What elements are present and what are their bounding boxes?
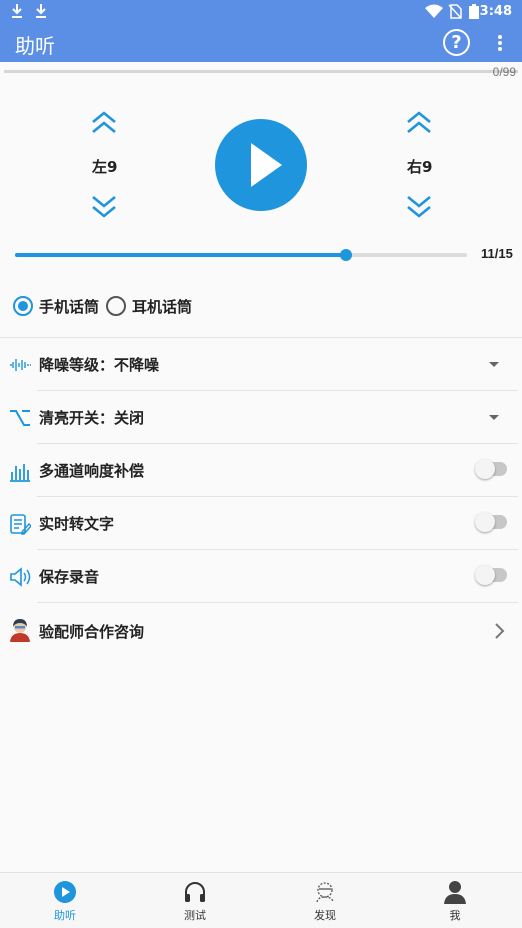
- transcription-toggle[interactable]: [475, 512, 507, 532]
- waveform-icon: [10, 359, 31, 371]
- dropdown-caret-icon: [489, 415, 499, 420]
- app-bar: 助听 ?: [0, 24, 522, 62]
- chevron-right-icon: [495, 623, 505, 639]
- headphones-icon: [185, 882, 205, 902]
- radio-circle: [106, 296, 126, 316]
- play-icon: [251, 143, 282, 187]
- toggle-knob: [475, 459, 495, 479]
- setting-multichannel-compensation: 多通道响度补偿: [0, 444, 522, 496]
- gain-slider-value: 11/15: [481, 246, 513, 261]
- person-icon: [444, 881, 466, 904]
- battery-icon: [469, 4, 479, 19]
- play-button[interactable]: [215, 119, 307, 211]
- setting-noise-reduction[interactable]: 降噪等级：不降噪: [0, 338, 522, 390]
- setting-clarity-switch[interactable]: 清亮开关：关闭: [0, 391, 522, 443]
- right-volume-label: 右9: [407, 158, 433, 176]
- toggle-knob: [475, 512, 495, 532]
- setting-label: 保存录音: [39, 568, 100, 586]
- gain-slider-thumb[interactable]: [340, 249, 353, 261]
- transcribe-icon: [10, 514, 31, 535]
- nav-label: 我: [449, 909, 461, 922]
- speaker-icon: [10, 567, 31, 587]
- multichannel-toggle[interactable]: [475, 459, 507, 479]
- no-sim-icon: [448, 4, 462, 19]
- status-bar: 3:48: [0, 0, 522, 24]
- more-vert-icon[interactable]: [492, 33, 508, 53]
- left-volume-down-icon[interactable]: [90, 191, 118, 219]
- status-time: 3:48: [479, 4, 512, 19]
- nav-discover[interactable]: 发现: [260, 873, 390, 928]
- playback-progress-track: [4, 70, 518, 73]
- setting-label: 实时转文字: [39, 515, 115, 533]
- radio-label: 耳机话筒: [132, 297, 193, 316]
- right-volume-down-icon[interactable]: [405, 191, 433, 219]
- nav-label: 发现: [314, 909, 336, 922]
- nav-label: 助听: [54, 909, 76, 922]
- setting-label: 清亮开关：关闭: [39, 409, 145, 427]
- left-volume-label: 左9: [92, 158, 118, 176]
- download-icon: [12, 4, 22, 18]
- switch-path-icon: [10, 410, 30, 426]
- nav-test[interactable]: 测试: [130, 873, 260, 928]
- nav-me[interactable]: 我: [390, 873, 520, 928]
- help-icon[interactable]: ?: [443, 29, 470, 56]
- left-volume-up-icon[interactable]: [90, 110, 118, 138]
- setting-label: 降噪等级：不降噪: [39, 356, 160, 374]
- recording-counter: 0/99: [492, 65, 516, 79]
- download-icon: [36, 4, 46, 18]
- equalizer-icon: [10, 464, 30, 482]
- gain-slider[interactable]: [15, 249, 467, 261]
- play-circle-icon: [54, 881, 76, 903]
- save-recording-toggle[interactable]: [475, 565, 507, 585]
- radio-label: 手机话筒: [39, 297, 100, 316]
- bottom-nav: 助听 测试 发现 我: [0, 872, 522, 928]
- radio-circle: [13, 296, 33, 316]
- nav-hearing-aid[interactable]: 助听: [0, 873, 130, 928]
- wifi-icon: [425, 4, 443, 18]
- dropdown-caret-icon: [489, 362, 499, 367]
- setting-realtime-transcription: 实时转文字: [0, 497, 522, 549]
- gain-slider-fill: [15, 253, 347, 257]
- page-title: 助听: [15, 34, 55, 58]
- radio-headset-mic[interactable]: 耳机话筒: [106, 295, 192, 317]
- nav-label: 测试: [184, 909, 206, 922]
- setting-label: 多通道响度补偿: [39, 462, 145, 480]
- consultant-avatar-icon: [10, 619, 30, 642]
- setting-consultant[interactable]: 验配师合作咨询: [0, 604, 522, 658]
- toggle-knob: [475, 565, 495, 585]
- right-volume-up-icon[interactable]: [405, 110, 433, 138]
- setting-label: 验配师合作咨询: [39, 623, 145, 641]
- discover-icon: [316, 882, 334, 903]
- radio-phone-mic[interactable]: 手机话筒: [13, 295, 99, 317]
- setting-save-recording: 保存录音: [0, 550, 522, 602]
- divider: [37, 602, 518, 603]
